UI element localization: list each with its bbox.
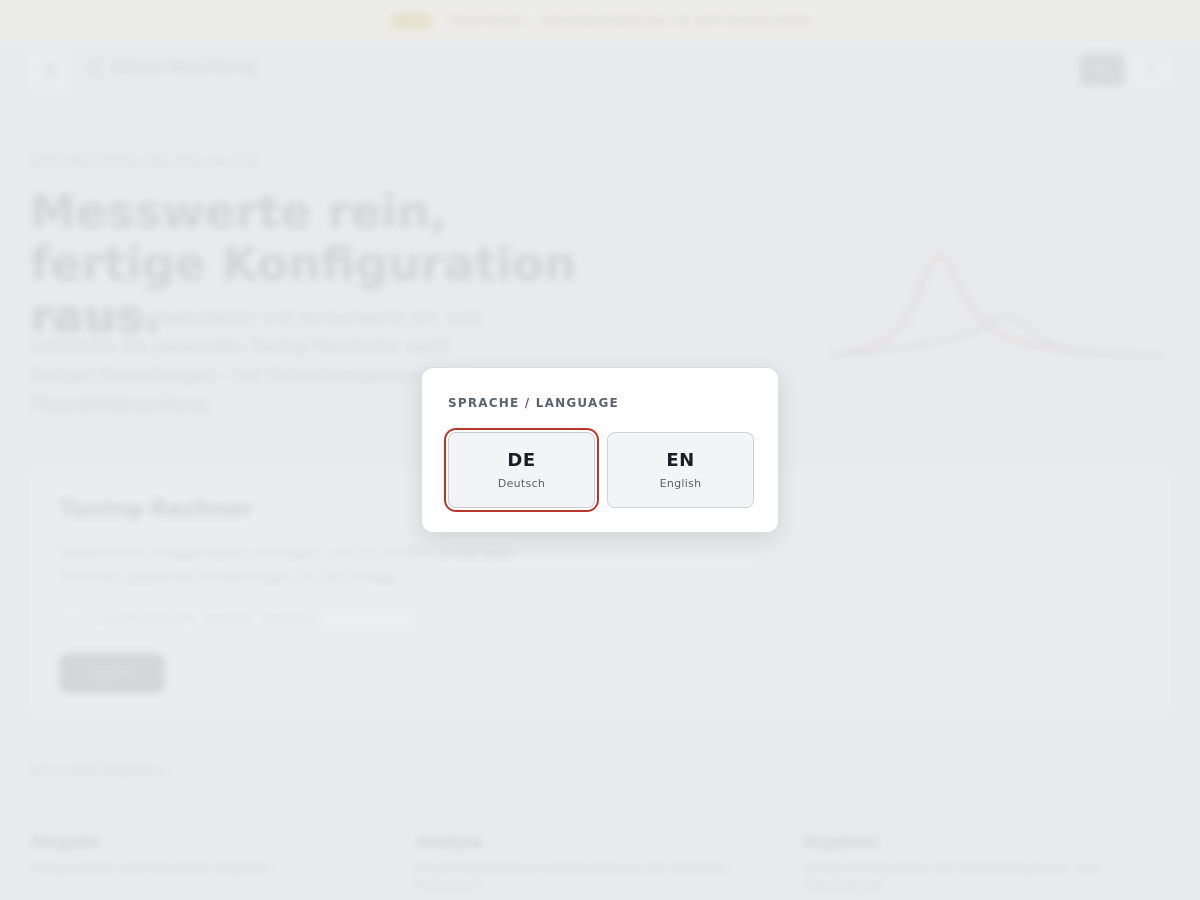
language-name: Deutsch [497, 477, 546, 490]
language-name: English [659, 477, 702, 490]
language-option-de[interactable]: DE Deutsch [448, 432, 595, 508]
dialog-title: SPRACHE / LANGUAGE [448, 396, 619, 410]
page: BETA Beta-Version – Vorschlag-Ergebnisse… [0, 0, 1200, 900]
language-code: EN [666, 450, 695, 471]
language-code: DE [507, 450, 536, 471]
language-option-en[interactable]: EN English [607, 432, 754, 508]
language-dialog: SPRACHE / LANGUAGE DE Deutsch EN English [421, 367, 779, 533]
